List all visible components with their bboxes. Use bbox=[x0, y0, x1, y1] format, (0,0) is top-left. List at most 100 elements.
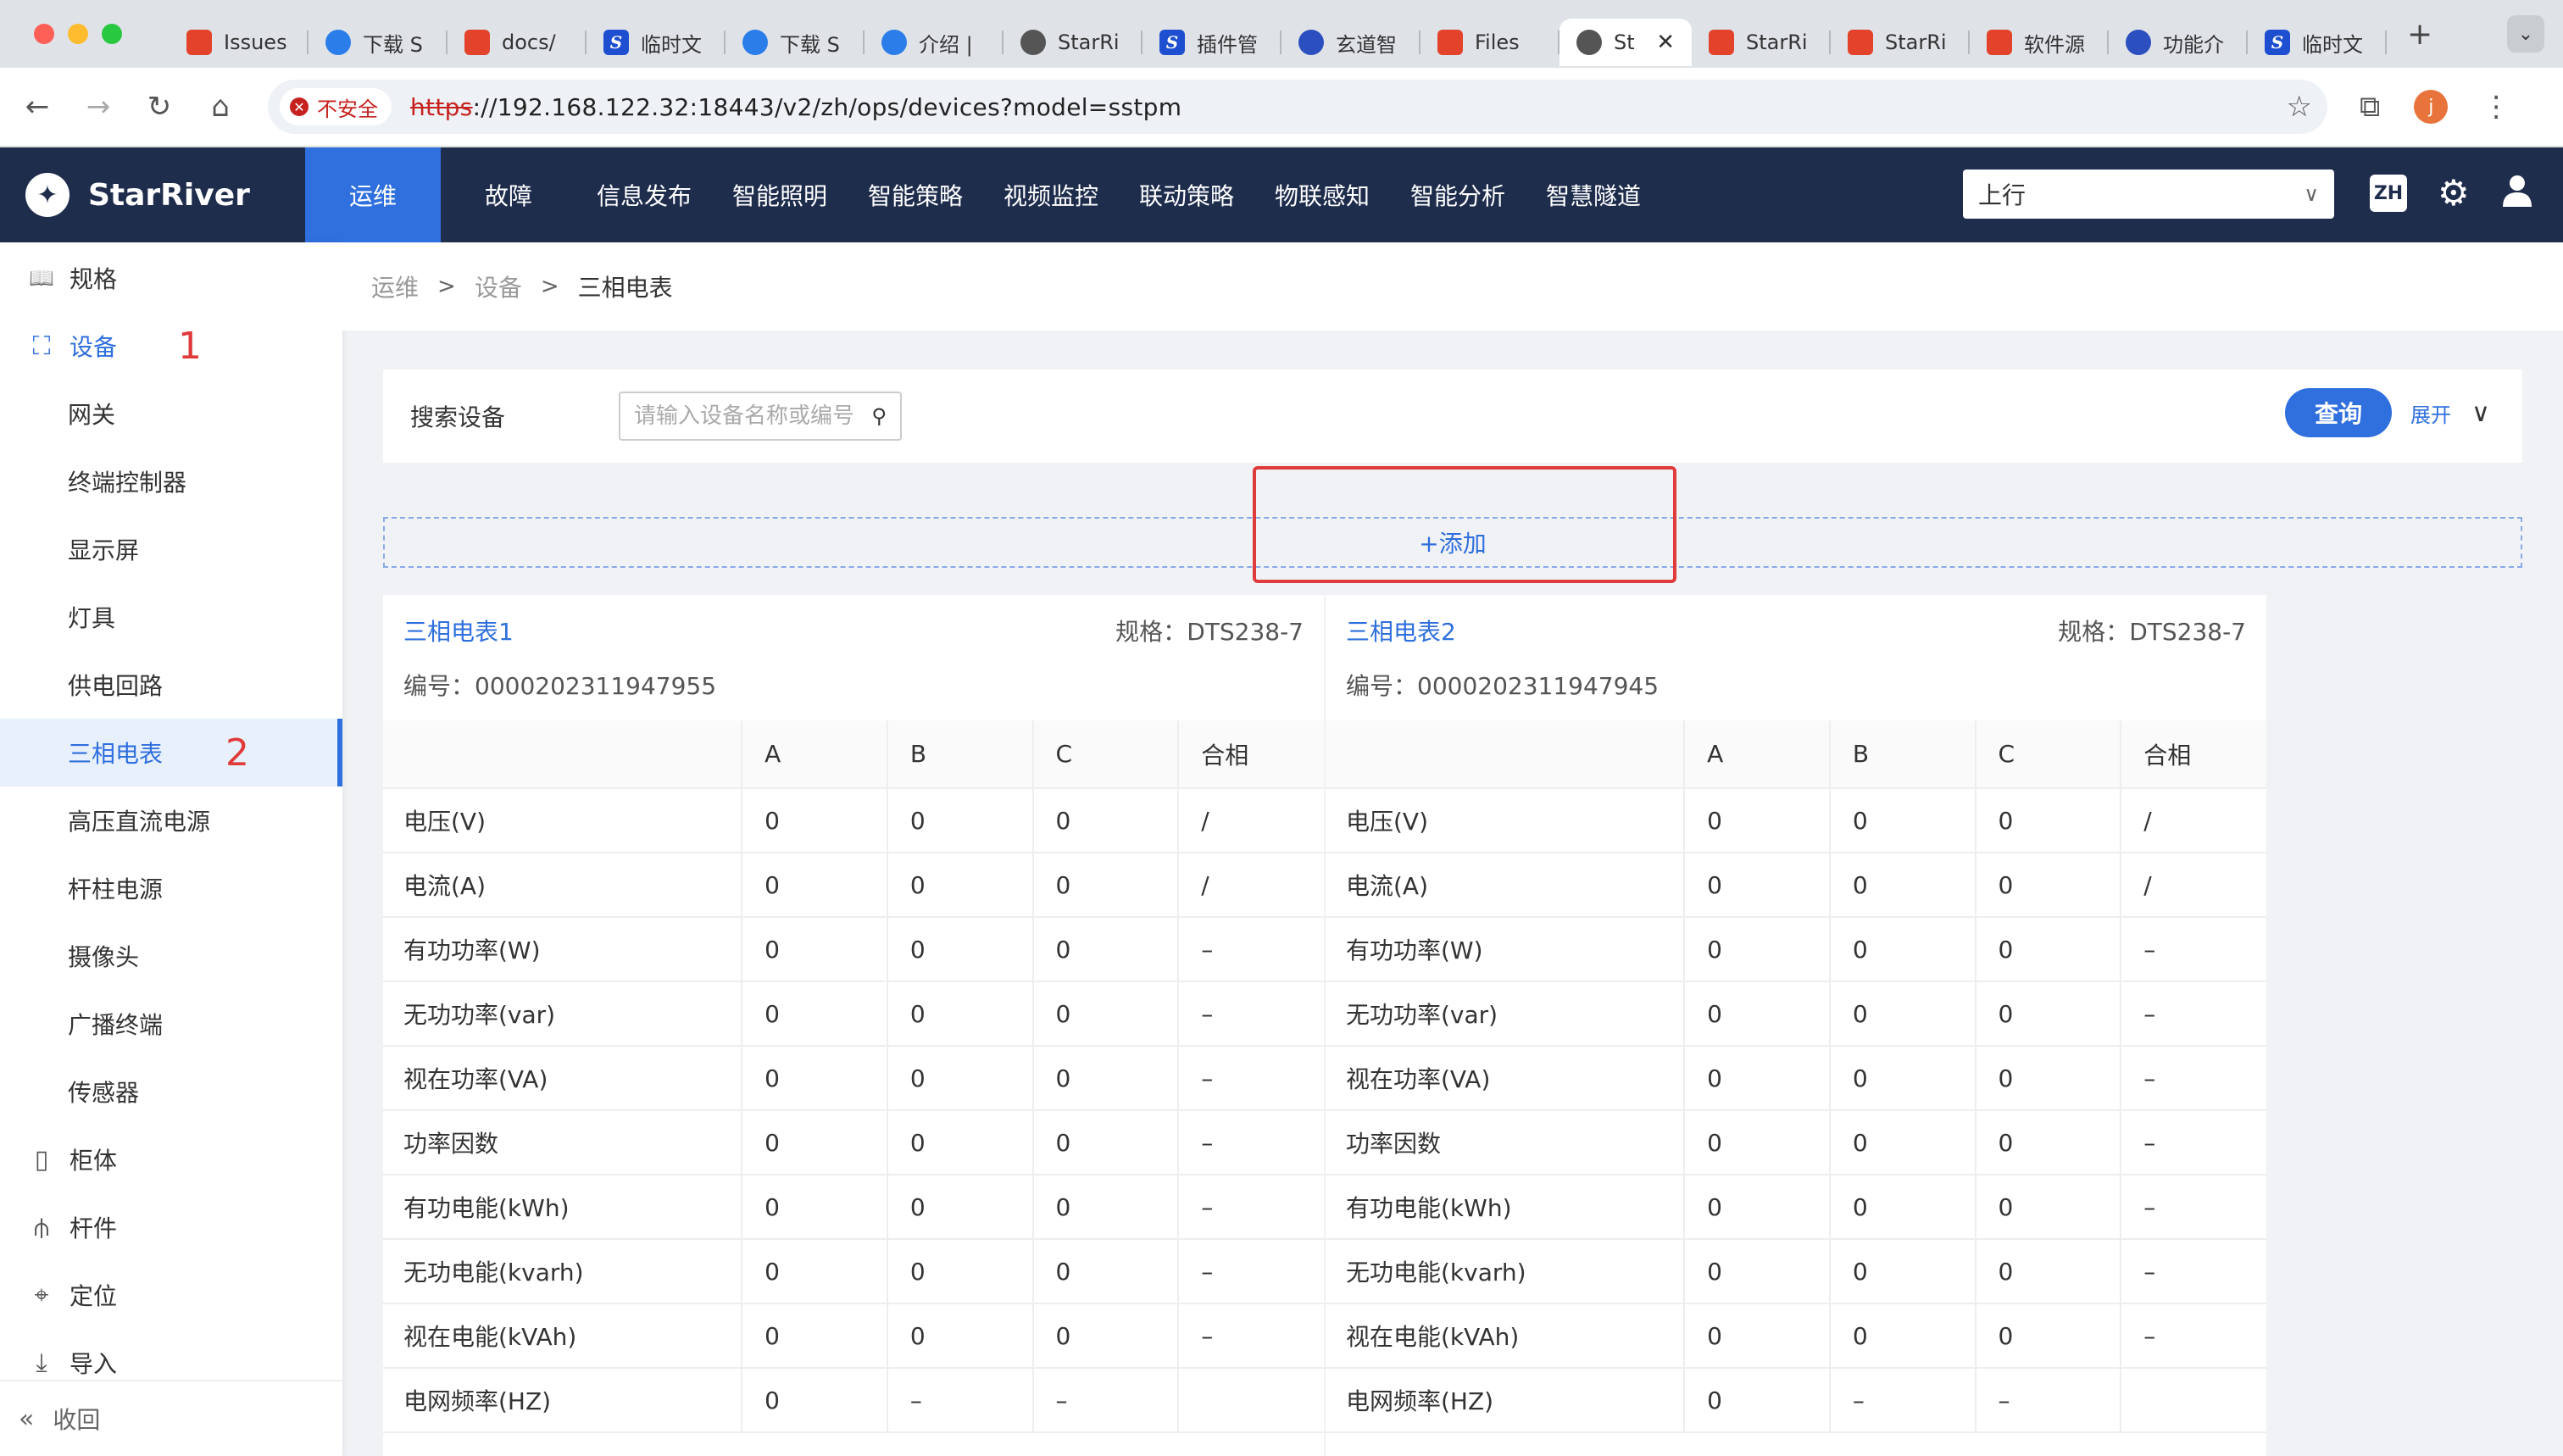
browser-tab[interactable]: S 插件管 bbox=[1143, 19, 1282, 66]
sidebar-item[interactable]: 网关 bbox=[0, 380, 342, 447]
close-tab-icon[interactable]: ✕ bbox=[1656, 30, 1675, 55]
extensions-icon[interactable]: ⧉ bbox=[2360, 90, 2380, 124]
sidebar-item[interactable]: 终端控制器 bbox=[0, 447, 342, 515]
browser-tab[interactable]: Files bbox=[1420, 19, 1559, 66]
top-nav-item[interactable]: 智能策略 bbox=[848, 147, 983, 242]
top-nav-item[interactable]: 智能分析 bbox=[1390, 147, 1526, 242]
reload-button[interactable]: ↻ bbox=[129, 90, 190, 124]
browser-tab[interactable]: 下载 S bbox=[309, 19, 448, 66]
collapse-sidebar-button[interactable]: « 收回 bbox=[0, 1380, 342, 1456]
table-cell: 0 bbox=[1683, 1175, 1830, 1240]
close-window-button[interactable] bbox=[34, 24, 54, 44]
sidebar-item[interactable]: 杆柱电源 bbox=[0, 854, 342, 922]
direction-select[interactable]: 上行 ∨ bbox=[1963, 169, 2334, 219]
sidebar-item[interactable]: 高压直流电源 bbox=[0, 786, 342, 854]
language-button[interactable]: ZH bbox=[2370, 175, 2407, 212]
double-chevron-left-icon: « bbox=[19, 1403, 35, 1434]
top-nav-item[interactable]: 信息发布 bbox=[576, 147, 712, 242]
insecure-badge[interactable]: ✕ 不安全 bbox=[280, 88, 392, 125]
browser-tab[interactable]: Issues bbox=[170, 19, 309, 66]
sidebar-item[interactable]: ⌖ 定位 bbox=[0, 1261, 342, 1329]
table-cell: – bbox=[1177, 1046, 1324, 1111]
new-tab-button[interactable]: + bbox=[2407, 17, 2432, 52]
row-label: 功率因数 bbox=[1326, 1110, 1685, 1175]
table-row: 无功电能(kvarh) 0 0 0– bbox=[383, 1239, 1324, 1304]
browser-tab-label: docs/ bbox=[502, 31, 556, 54]
table-row: 视在电能(kVAh) 0 0 0– bbox=[383, 1303, 1324, 1369]
browser-menu-icon[interactable]: ⋮ bbox=[2482, 90, 2510, 124]
top-nav-item[interactable]: 智能照明 bbox=[712, 147, 848, 242]
browser-tab[interactable]: StarRi bbox=[1692, 19, 1831, 66]
expand-toggle[interactable]: 展开 ∨ bbox=[2410, 388, 2490, 437]
search-icon[interactable]: ⚲ bbox=[871, 404, 887, 428]
browser-tab[interactable]: St ✕ bbox=[1559, 19, 1692, 66]
sidebar-item-label: 终端控制器 bbox=[68, 469, 187, 497]
sidebar-item[interactable]: 摄像头 bbox=[0, 922, 342, 990]
sidebar-item[interactable]: 📖 规格 bbox=[0, 244, 342, 312]
brand-logo[interactable]: ✦ StarRiver bbox=[0, 173, 305, 217]
sidebar-item[interactable]: 广播终端 bbox=[0, 990, 342, 1058]
table-cell: 0 bbox=[1031, 917, 1179, 982]
table-cell: 0 bbox=[1974, 1175, 2121, 1240]
browser-tab[interactable]: 介绍 | bbox=[865, 19, 1004, 66]
browser-tab[interactable]: 玄道智 bbox=[1282, 19, 1420, 66]
address-bar[interactable]: ✕ 不安全 https://192.168.122.32:18443/v2/zh… bbox=[268, 80, 2327, 134]
top-nav-item[interactable]: 故障 bbox=[441, 147, 576, 242]
browser-tab[interactable]: 下载 S bbox=[726, 19, 865, 66]
sidebar-item[interactable]: 传感器 bbox=[0, 1058, 342, 1125]
spec-prefix: 规格： bbox=[1115, 618, 1187, 646]
table-row: 无功功率(var) 0 0 0– bbox=[1326, 981, 2266, 1047]
bookmark-star-icon[interactable]: ☆ bbox=[2287, 90, 2312, 124]
sidebar-item-label: 显示屏 bbox=[68, 536, 140, 564]
zoom-window-button[interactable] bbox=[102, 24, 122, 44]
back-button[interactable]: ← bbox=[7, 90, 68, 124]
sidebar-item[interactable]: 显示屏 bbox=[0, 515, 342, 583]
sidebar-item[interactable]: 三相电表 2 bbox=[0, 719, 342, 786]
table-cell: – bbox=[1177, 1110, 1324, 1175]
top-nav-item[interactable]: 视频监控 bbox=[983, 147, 1119, 242]
meter-spec: 规格：DTS238-7 bbox=[1115, 614, 1304, 647]
browser-tab[interactable]: StarRi bbox=[1831, 19, 1970, 66]
table-header-cell: B bbox=[886, 720, 1033, 789]
settings-gear-icon[interactable]: ⚙ bbox=[2438, 175, 2470, 212]
search-input[interactable] bbox=[634, 403, 863, 429]
meter-code: 编号：0000202311947945 bbox=[1346, 668, 1659, 702]
top-nav-item[interactable]: 智慧隧道 bbox=[1526, 147, 1661, 242]
browser-tab[interactable]: StarRi bbox=[1004, 19, 1143, 66]
user-icon[interactable] bbox=[2500, 173, 2534, 214]
top-nav-item[interactable]: 联动策略 bbox=[1119, 147, 1254, 242]
spec-prefix: 规格： bbox=[2058, 618, 2130, 646]
top-nav-item[interactable]: 运维 bbox=[305, 147, 441, 242]
sidebar-item[interactable]: ⛶ 设备 1 bbox=[0, 312, 342, 380]
table-cell: / bbox=[1177, 853, 1324, 918]
breadcrumb-item[interactable]: 运维 bbox=[371, 270, 419, 303]
sidebar-item[interactable]: ⫛ 杆件 bbox=[0, 1193, 342, 1261]
browser-tab[interactable]: S 临时文 bbox=[2248, 19, 2387, 66]
minimize-window-button[interactable] bbox=[68, 24, 88, 44]
profile-avatar[interactable]: j bbox=[2414, 90, 2449, 124]
sidebar-item-label: 三相电表 bbox=[68, 740, 164, 768]
location-icon: ⌖ bbox=[34, 1280, 49, 1310]
sidebar-item[interactable]: 供电回路 bbox=[0, 651, 342, 719]
table-header-cell: C bbox=[1974, 720, 2121, 789]
browser-tab[interactable]: 功能介 bbox=[2109, 19, 2248, 66]
meter-name-link[interactable]: 三相电表2 bbox=[1346, 614, 1456, 647]
table-cell: 0 bbox=[1828, 1046, 1976, 1111]
search-input-wrapper[interactable]: ⚲ bbox=[619, 392, 902, 441]
meter-name-link[interactable]: 三相电表1 bbox=[403, 614, 514, 647]
forward-button[interactable]: → bbox=[68, 90, 129, 124]
home-button[interactable]: ⌂ bbox=[190, 90, 251, 124]
sidebar-item[interactable]: ▯ 柜体 bbox=[0, 1125, 342, 1193]
browser-tab[interactable]: S 临时文 bbox=[587, 19, 726, 66]
tab-search-button[interactable]: ⌄ bbox=[2507, 15, 2544, 53]
breadcrumb-item[interactable]: 设备 bbox=[475, 270, 522, 303]
browser-tab[interactable]: 软件源 bbox=[1970, 19, 2109, 66]
router-icon: ⛶ bbox=[32, 331, 51, 361]
table-row: 电流(A) 0 0 0/ bbox=[1326, 853, 2266, 918]
sidebar-item[interactable]: 灯具 bbox=[0, 583, 342, 651]
table-cell: – bbox=[2120, 1110, 2266, 1175]
query-button[interactable]: 查询 bbox=[2285, 388, 2392, 437]
top-nav-item[interactable]: 物联感知 bbox=[1254, 147, 1390, 242]
table-header-cell: 合相 bbox=[2120, 720, 2266, 789]
browser-tab[interactable]: docs/ bbox=[448, 19, 587, 66]
